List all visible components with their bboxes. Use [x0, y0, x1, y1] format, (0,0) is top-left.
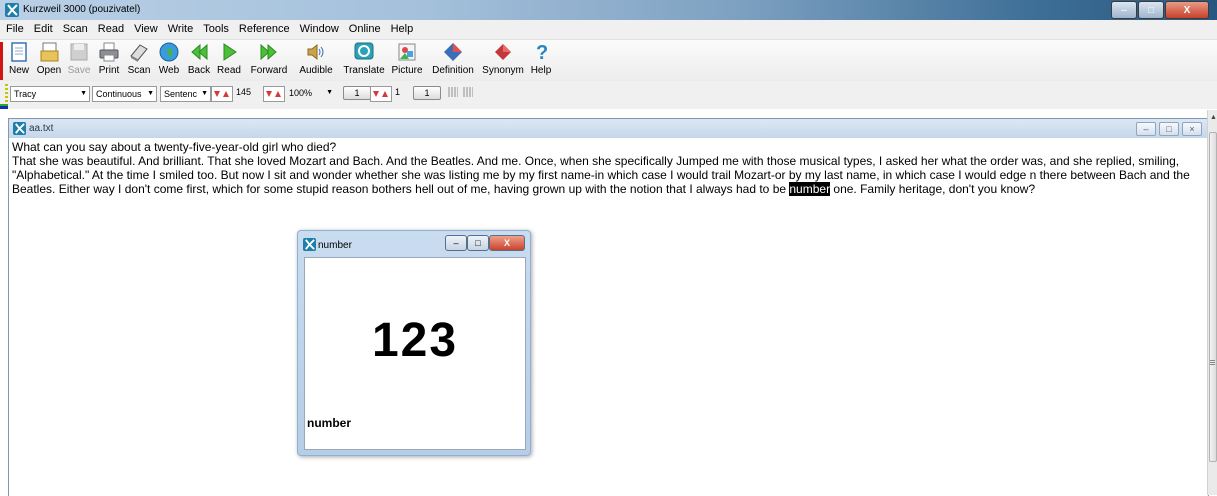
forward-icon	[260, 43, 277, 61]
web-button[interactable]: Web	[154, 41, 184, 81]
maximize-button[interactable]: □	[1138, 1, 1164, 19]
back-button[interactable]: Back	[184, 41, 214, 81]
help-icon: ?	[536, 42, 548, 63]
scan-button[interactable]: Scan	[124, 41, 154, 81]
page-box[interactable]: 1	[343, 86, 371, 100]
doc-restore-button[interactable]: □	[1159, 122, 1179, 136]
layout-columns-icon[interactable]	[463, 87, 473, 97]
column-box[interactable]: 1	[413, 86, 441, 100]
speed-spinner[interactable]	[211, 86, 233, 102]
translate-icon	[354, 42, 374, 60]
up-down-arrows-icon	[373, 91, 388, 97]
scroll-grip	[1210, 360, 1215, 366]
menu-view[interactable]: View	[129, 20, 163, 35]
zoom-select[interactable]: 100% ▼	[286, 86, 335, 100]
read-button[interactable]: Read	[214, 41, 244, 81]
vertical-scrollbar[interactable]: ▲	[1207, 110, 1217, 495]
print-icon	[99, 42, 119, 62]
title-bar: Kurzweil 3000 (pouzivatel) – □ X	[0, 0, 1217, 20]
scan-icon	[130, 44, 148, 62]
synonym-button[interactable]: Synonym	[481, 41, 525, 81]
text-line: What can you say about a twenty-five-yea…	[12, 140, 337, 154]
open-button[interactable]: Open	[34, 41, 64, 81]
toolbar-grip	[0, 42, 3, 80]
menu-window[interactable]: Window	[295, 20, 344, 35]
chevron-down-icon: ▼	[80, 90, 87, 97]
kurzweil-doc-icon	[13, 122, 26, 135]
voice-select[interactable]: Tracy ▼	[10, 86, 90, 102]
popup-title: number	[318, 240, 352, 251]
open-icon	[40, 42, 59, 62]
translate-button[interactable]: Translate	[341, 41, 387, 81]
chevron-down-icon: ▼	[326, 89, 333, 96]
menu-edit[interactable]: Edit	[29, 20, 58, 35]
menu-tools[interactable]: Tools	[198, 20, 234, 35]
web-icon	[159, 42, 179, 62]
document-window: aa.txt – □ × What can you say about a tw…	[8, 118, 1209, 496]
minimize-button[interactable]: –	[1111, 1, 1137, 19]
up-down-arrows-icon	[266, 91, 281, 97]
menu-scan[interactable]: Scan	[58, 20, 93, 35]
zoom-spinner[interactable]	[263, 86, 285, 102]
chevron-down-icon: ▼	[201, 90, 208, 97]
popup-picture-text: 123	[371, 314, 459, 367]
reading-mode-select[interactable]: Continuous ▼	[92, 86, 157, 102]
highlighted-word[interactable]: number	[789, 182, 831, 196]
options-grip	[5, 84, 8, 104]
new-button[interactable]: New	[4, 41, 34, 81]
reading-unit-select[interactable]: Sentenc ▼	[160, 86, 211, 102]
chevron-down-icon: ▼	[147, 90, 154, 97]
options-bar: Tracy ▼ Continuous ▼ Sentenc ▼ 145 100% ▼ 1 …	[0, 81, 1217, 109]
menu-bar: File Edit Scan Read View Write Tools Reference W…	[0, 20, 1217, 39]
picture-icon	[398, 43, 416, 61]
status-strip	[0, 104, 8, 110]
synonym-icon	[495, 44, 511, 60]
up-down-arrows-icon	[214, 91, 229, 97]
doc-close-button[interactable]: ×	[1182, 122, 1202, 136]
popup-close-button[interactable]: X	[489, 235, 525, 251]
menu-reference[interactable]: Reference	[234, 20, 295, 35]
popup-content: 123 number	[304, 257, 526, 450]
save-icon	[70, 43, 88, 61]
popup-maximize-button[interactable]: □	[467, 235, 489, 251]
save-button[interactable]: Save	[64, 41, 94, 81]
speed-value: 145	[236, 87, 252, 97]
forward-button[interactable]: Forward	[248, 41, 290, 81]
picture-button[interactable]: Picture	[389, 41, 425, 81]
kurzweil-popup-icon	[303, 238, 316, 251]
read-icon	[223, 43, 237, 61]
scroll-up-icon[interactable]: ▲	[1210, 114, 1217, 121]
audible-button[interactable]: Audible	[296, 41, 336, 81]
back-icon	[191, 43, 208, 61]
kurzweil-app-icon	[5, 3, 19, 17]
popup-minimize-button[interactable]: –	[445, 235, 467, 251]
help-button[interactable]: ? Help	[528, 41, 554, 81]
menu-read[interactable]: Read	[93, 20, 129, 35]
window-title: Kurzweil 3000 (pouzivatel)	[23, 4, 141, 15]
layout-grid-icon[interactable]	[448, 87, 458, 97]
page-spinner[interactable]	[370, 86, 392, 102]
document-title-bar: aa.txt – □ ×	[9, 119, 1208, 138]
menu-online[interactable]: Online	[344, 20, 386, 35]
scrollbar-thumb[interactable]	[1209, 132, 1217, 462]
print-button[interactable]: Print	[94, 41, 124, 81]
document-name: aa.txt	[29, 123, 54, 134]
svg-text:?: ?	[536, 42, 548, 63]
definition-icon	[444, 43, 462, 61]
new-icon	[11, 42, 27, 62]
menu-help[interactable]: Help	[386, 20, 419, 35]
close-button[interactable]: X	[1165, 1, 1209, 19]
menu-write[interactable]: Write	[163, 20, 198, 35]
doc-minimize-button[interactable]: –	[1136, 122, 1156, 136]
menu-file[interactable]: File	[0, 20, 29, 35]
definition-button[interactable]: Definition	[428, 41, 478, 81]
main-toolbar: New Open Save Print Scan Web Back Read F…	[0, 39, 1217, 82]
picture-popup-window: number – □ X 123 number	[297, 230, 531, 456]
text-paragraph: That she was beautiful. And brilliant. T…	[12, 154, 1190, 196]
audible-icon	[307, 43, 324, 61]
popup-word: number	[307, 416, 352, 430]
page-spin-value: 1	[395, 87, 401, 97]
document-text[interactable]: What can you say about a twenty-five-yea…	[12, 140, 1192, 196]
